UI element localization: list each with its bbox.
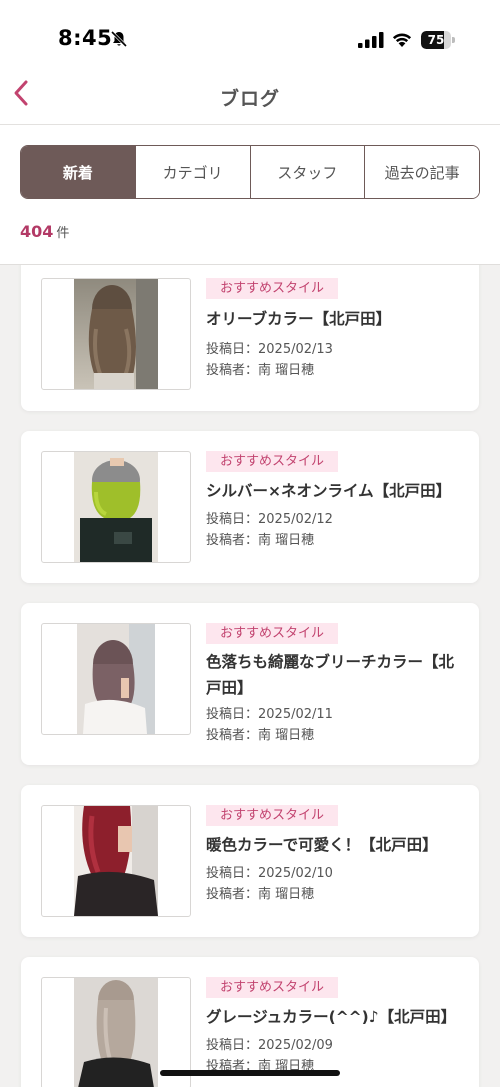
post-thumbnail: [41, 623, 191, 735]
hair-photo: [74, 806, 158, 916]
post-author: 投稿者：南 瑠日穂: [206, 533, 315, 548]
post-date: 投稿日：2025/02/13: [206, 342, 333, 357]
post-date: 投稿日：2025/02/12: [206, 512, 333, 527]
blog-list[interactable]: おすすめスタイル オリーブカラー【北戸田】 投稿日：2025/02/13 投稿者…: [0, 265, 500, 1087]
post-author: 投稿者：南 瑠日穂: [206, 728, 315, 743]
result-count: 404 件: [20, 222, 69, 241]
category-tag: おすすめスタイル: [206, 977, 339, 998]
tab-new[interactable]: 新着: [21, 146, 135, 198]
blog-card[interactable]: おすすめスタイル シルバー×ネオンライム【北戸田】 投稿日：2025/02/12…: [21, 431, 479, 583]
blog-card[interactable]: おすすめスタイル 暖色カラーで可愛く！【北戸田】 投稿日：2025/02/10 …: [21, 785, 479, 937]
category-tag: おすすめスタイル: [206, 451, 339, 472]
wifi-icon: [391, 30, 413, 48]
post-date: 投稿日：2025/02/09: [206, 1038, 333, 1053]
signal-icon: [358, 32, 384, 48]
category-tag: おすすめスタイル: [206, 805, 339, 826]
category-tag: おすすめスタイル: [206, 278, 339, 299]
category-tag: おすすめスタイル: [206, 623, 339, 644]
tab-staff[interactable]: スタッフ: [249, 146, 365, 198]
blog-card[interactable]: おすすめスタイル オリーブカラー【北戸田】 投稿日：2025/02/13 投稿者…: [21, 265, 479, 411]
post-thumbnail: [41, 451, 191, 563]
post-title[interactable]: オリーブカラー【北戸田】: [206, 306, 464, 332]
post-author: 投稿者：南 瑠日穂: [206, 363, 315, 378]
hair-photo: [74, 279, 158, 389]
count-number: 404: [20, 222, 54, 241]
post-title[interactable]: 暖色カラーで可愛く！【北戸田】: [206, 832, 464, 858]
bell-slash-icon: [110, 30, 128, 48]
tab-archive[interactable]: 過去の記事: [364, 146, 479, 198]
app-header: ブログ: [0, 62, 500, 125]
hair-photo: [77, 624, 155, 734]
battery-level: 75: [427, 33, 445, 47]
tab-bar: 新着 カテゴリ スタッフ 過去の記事: [20, 145, 480, 199]
status-bar: 8:45 75: [0, 0, 500, 62]
page-title: ブログ: [219, 88, 280, 110]
tab-category[interactable]: カテゴリ: [134, 146, 250, 198]
blog-card[interactable]: おすすめスタイル グレージュカラー(^^)♪【北戸田】 投稿日：2025/02/…: [21, 957, 479, 1087]
home-indicator[interactable]: [160, 1070, 340, 1076]
hair-photo: [74, 978, 158, 1087]
post-thumbnail: [41, 278, 191, 390]
count-unit: 件: [56, 226, 70, 241]
blog-card[interactable]: おすすめスタイル 色落ちも綺麗なブリーチカラー【北戸田】 投稿日：2025/02…: [21, 603, 479, 765]
status-time: 8:45: [58, 26, 113, 50]
post-author: 投稿者：南 瑠日穂: [206, 887, 315, 902]
post-thumbnail: [41, 805, 191, 917]
post-title[interactable]: グレージュカラー(^^)♪【北戸田】: [206, 1004, 464, 1030]
post-date: 投稿日：2025/02/10: [206, 866, 333, 881]
hair-photo: [74, 452, 158, 562]
post-date: 投稿日：2025/02/11: [206, 707, 333, 722]
post-title[interactable]: シルバー×ネオンライム【北戸田】: [206, 478, 464, 504]
post-title[interactable]: 色落ちも綺麗なブリーチカラー【北戸田】: [206, 649, 464, 701]
battery-icon: 75: [421, 31, 455, 49]
filter-area: 新着 カテゴリ スタッフ 過去の記事 404 件: [0, 125, 500, 265]
